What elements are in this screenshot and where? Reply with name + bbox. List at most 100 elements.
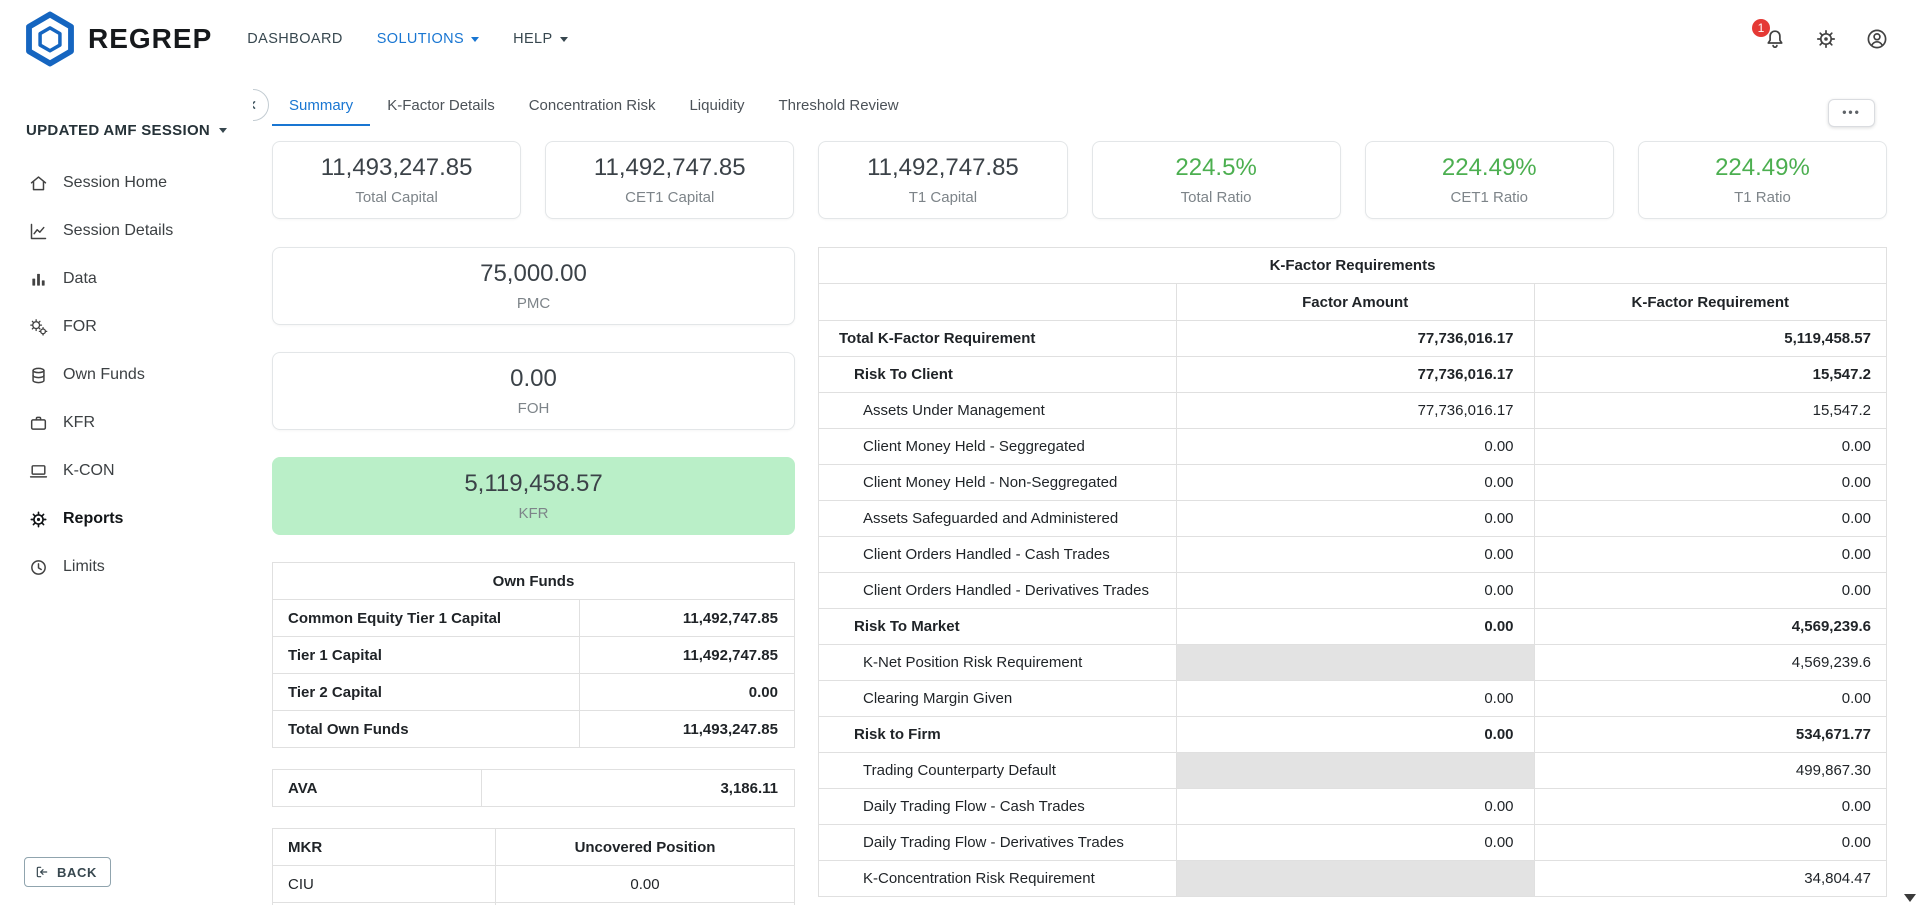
k-factor-requirement-value: 0.00 (1534, 681, 1886, 717)
column-header-uncovered-position: Uncovered Position (496, 829, 795, 866)
row-label: Tier 1 Capital (273, 637, 580, 674)
menu-item-solutions[interactable]: SOLUTIONS (377, 31, 479, 47)
k-factor-requirement-value: 4,569,239.6 (1534, 609, 1886, 645)
menu-item-dashboard[interactable]: DASHBOARD (247, 31, 342, 47)
factor-amount-value: 0.00 (1176, 429, 1534, 465)
main-content: Summary K-Factor Details Concentration R… (253, 78, 1920, 905)
factor-amount-value: 0.00 (1176, 717, 1534, 753)
row-label: Client Money Held - Seggregated (819, 429, 1177, 465)
row-label: Daily Trading Flow - Cash Trades (819, 789, 1177, 825)
chevron-down-icon (219, 128, 227, 133)
factor-amount-value: 0.00 (1176, 789, 1534, 825)
table-row: Total Own Funds 11,493,247.85 (273, 711, 795, 748)
summary-card-label: PMC (517, 295, 550, 312)
k-factor-row: Daily Trading Flow - Derivatives Trades … (819, 825, 1887, 861)
sidebar-item-data[interactable]: Data (0, 255, 253, 303)
sidebar-item-k-con[interactable]: K-CON (0, 447, 253, 495)
column-header-empty (819, 284, 1177, 321)
factor-amount-value: 0.00 (1176, 537, 1534, 573)
briefcase-icon (28, 413, 49, 434)
k-factor-requirement-value: 0.00 (1534, 465, 1886, 501)
sidebar-item-kfr[interactable]: KFR (0, 399, 253, 447)
content-columns: 75,000.00 PMC 0.00 FOH 5,119,458.57 KFR (272, 247, 1887, 905)
tab[interactable]: K-Factor Details (370, 86, 512, 126)
row-label: Assets Safeguarded and Administered (819, 501, 1177, 537)
sidebar-item-for[interactable]: FOR (0, 303, 253, 351)
table-row: CIU 0.00 (273, 866, 795, 903)
table-row: Tier 2 Capital 0.00 (273, 674, 795, 711)
k-factor-row: Risk to Firm 0.00 534,671.77 (819, 717, 1887, 753)
row-label: Total Own Funds (273, 711, 580, 748)
scroll-down-arrow-icon[interactable] (1904, 894, 1916, 902)
row-value: 0.00 (580, 674, 795, 711)
notifications-button[interactable]: 1 (1762, 26, 1788, 52)
tab[interactable]: Concentration Risk (512, 86, 673, 126)
row-label: Risk To Client (819, 357, 1177, 393)
row-label: AVA (273, 770, 482, 807)
table-header-row: Own Funds (273, 563, 795, 600)
top-navbar: REGREP DASHBOARD SOLUTIONS HELP 1 (0, 0, 1920, 78)
menu-label: DASHBOARD (247, 31, 342, 47)
sidebar-item-label: Data (63, 270, 97, 288)
k-factor-requirement-value: 0.00 (1534, 789, 1886, 825)
factor-amount-value (1176, 645, 1534, 681)
k-factor-row: K-Net Position Risk Requirement 4,569,23… (819, 645, 1887, 681)
tab-bar: Summary K-Factor Details Concentration R… (272, 86, 916, 126)
row-label: Client Orders Handled - Cash Trades (819, 537, 1177, 573)
more-options-button[interactable]: ••• (1828, 99, 1875, 127)
column-header-factor-amount: Factor Amount (1176, 284, 1534, 321)
menu-item-help[interactable]: HELP (513, 31, 567, 47)
metric-label: CET1 Capital (625, 189, 714, 206)
factor-amount-value (1176, 861, 1534, 897)
tab[interactable]: Summary (272, 86, 370, 126)
sidebar-collapse-button[interactable] (253, 89, 269, 121)
row-label: K-Net Position Risk Requirement (819, 645, 1177, 681)
session-selector[interactable]: UPDATED AMF SESSION (26, 122, 253, 139)
app-logo[interactable]: REGREP (22, 11, 212, 67)
k-factor-requirement-value: 0.00 (1534, 573, 1886, 609)
k-factor-table: K-Factor Requirements Factor Amount K-Fa… (818, 247, 1887, 897)
sidebar-item-limits[interactable]: Limits (0, 543, 253, 591)
metric-card: 11,492,747.85 T1 Capital (818, 141, 1067, 219)
sidebar-item-own-funds[interactable]: Own Funds (0, 351, 253, 399)
laptop-icon (28, 461, 49, 482)
brand-name: REGREP (88, 23, 212, 55)
metric-value: 11,493,247.85 (321, 154, 473, 182)
own-funds-table: Own Funds Common Equity Tier 1 Capital 1… (272, 562, 795, 748)
metric-value: 224.5% (1175, 154, 1256, 182)
tab[interactable]: Liquidity (672, 86, 761, 126)
row-label: Client Money Held - Non-Seggregated (819, 465, 1177, 501)
metric-card: 224.49% T1 Ratio (1638, 141, 1887, 219)
factor-amount-value: 0.00 (1176, 609, 1534, 645)
account-icon (1865, 27, 1889, 51)
tab-bar-row: Summary K-Factor Details Concentration R… (272, 78, 1887, 134)
sidebar-item-reports[interactable]: Reports (0, 495, 253, 543)
sidebar-item-session-home[interactable]: Session Home (0, 159, 253, 207)
row-label: Total K-Factor Requirement (819, 321, 1177, 357)
clock-icon (28, 557, 49, 578)
account-button[interactable] (1864, 26, 1890, 52)
row-label: CIU (273, 866, 496, 903)
home-icon (28, 173, 49, 194)
tab[interactable]: Threshold Review (762, 86, 916, 126)
table-header-row: Factor Amount K-Factor Requirement (819, 284, 1887, 321)
row-label: Assets Under Management (819, 393, 1177, 429)
line-chart-icon (28, 221, 49, 242)
left-column: 75,000.00 PMC 0.00 FOH 5,119,458.57 KFR (272, 247, 795, 905)
k-factor-row: Assets Under Management 77,736,016.17 15… (819, 393, 1887, 429)
k-factor-requirement-value: 0.00 (1534, 429, 1886, 465)
back-button[interactable]: BACK (24, 857, 111, 887)
k-factor-requirement-value: 499,867.30 (1534, 753, 1886, 789)
table-row: Common Equity Tier 1 Capital 11,492,747.… (273, 600, 795, 637)
summary-card: 75,000.00 PMC (272, 247, 795, 325)
k-factor-row: Assets Safeguarded and Administered 0.00… (819, 501, 1887, 537)
ava-table: AVA 3,186.11 (272, 769, 795, 807)
settings-button[interactable] (1813, 26, 1839, 52)
gear-icon (1814, 27, 1838, 51)
metric-label: Total Capital (355, 189, 438, 206)
metric-cards-row: 11,493,247.85 Total Capital 11,492,747.8… (272, 141, 1887, 219)
sidebar-item-session-details[interactable]: Session Details (0, 207, 253, 255)
column-header-mkr: MKR (273, 829, 496, 866)
summary-card: 0.00 FOH (272, 352, 795, 430)
factor-amount-value: 77,736,016.17 (1176, 321, 1534, 357)
